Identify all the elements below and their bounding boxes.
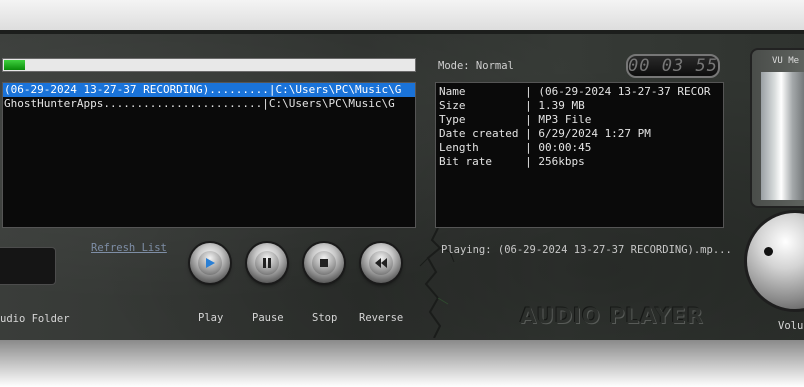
window-top-area [0,0,804,32]
file-info-panel: Name | (06-29-2024 13-27-37 RECOR Size |… [435,82,724,228]
progress-fill [4,60,25,70]
playlist-item-selected[interactable]: (06-29-2024 13-27-37 RECORDING).........… [3,83,415,97]
pause-label: Pause [252,312,284,324]
vu-meter [750,48,804,208]
mode-label: Mode: Normal [438,60,514,72]
audio-player-window: (06-29-2024 13-27-37 RECORDING).........… [0,0,804,387]
info-name-row: Name | (06-29-2024 13-27-37 RECOR [439,85,711,98]
pause-button[interactable] [247,243,287,283]
reverse-button[interactable] [361,243,401,283]
audio-folder-button[interactable] [0,247,56,285]
reverse-label: Reverse [359,312,404,324]
vu-meter-screen [761,72,804,200]
panel-top-rim [0,30,804,34]
info-date-row: Date created | 6/29/2024 1:27 PM [439,127,651,140]
time-display: 00 03 55 [626,54,720,78]
pause-icon [263,258,271,268]
rewind-icon [375,258,387,268]
info-size-row: Size | 1.39 MB [439,99,585,112]
refresh-list-link[interactable]: Refresh List [91,242,167,254]
progress-bar[interactable] [2,58,416,72]
stop-button[interactable] [304,243,344,283]
now-playing-text: Playing: (06-29-2024 13-27-37 RECORDING)… [441,244,732,256]
knob-indicator [764,247,773,256]
playlist[interactable]: (06-29-2024 13-27-37 RECORDING).........… [2,82,416,228]
vu-meter-label: VU Me [772,56,800,66]
volume-label: Volu [778,320,804,332]
play-label: Play [198,312,224,324]
playlist-item[interactable]: GhostHunterApps........................|… [3,97,415,111]
play-button[interactable] [190,243,230,283]
info-type-row: Type | MP3 File [439,113,592,126]
play-icon [206,258,215,268]
info-length-row: Length | 00:00:45 [439,141,592,154]
stop-icon [320,259,328,267]
audio-player-logo: AUDIO PLAYER [520,304,704,328]
panel-bottom-shadow [0,340,804,387]
audio-folder-label: udio Folder [0,313,70,325]
stop-label: Stop [312,312,338,324]
info-bitrate-row: Bit rate | 256kbps [439,155,585,168]
